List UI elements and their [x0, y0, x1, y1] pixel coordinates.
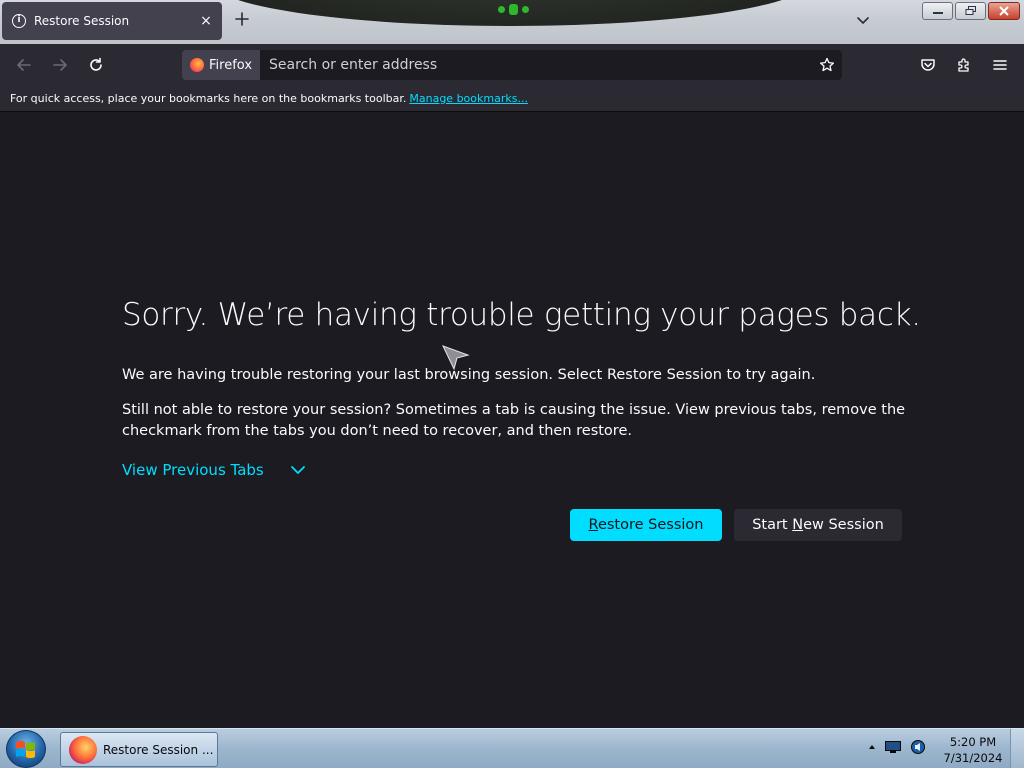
- restore-down-icon: [965, 6, 976, 15]
- firefox-logo-icon: [190, 58, 204, 72]
- extensions-button[interactable]: [954, 55, 974, 75]
- forward-arrow-icon: [53, 59, 67, 71]
- reload-icon: [90, 57, 102, 71]
- star-icon: [819, 57, 835, 72]
- view-previous-tabs-toggle[interactable]: View Previous Tabs: [122, 461, 306, 479]
- show-hidden-icons-icon[interactable]: [868, 743, 876, 751]
- title-bar: i Restore Session ×: [0, 0, 1024, 44]
- navigation-toolbar: Firefox: [0, 44, 1024, 86]
- taskbar: Restore Session ... 5:20 PM 7/31/2024: [0, 728, 1024, 768]
- page-title: Sorry. We’re having trouble getting your…: [122, 297, 921, 333]
- info-icon: i: [12, 14, 26, 28]
- troubleshoot-description: Still not able to restore your session? …: [122, 402, 906, 439]
- chevron-down-icon: [290, 466, 305, 474]
- identity-label: Firefox: [209, 57, 253, 73]
- list-all-tabs-button[interactable]: [855, 12, 871, 32]
- back-arrow-icon: [17, 59, 31, 71]
- restore-session-button[interactable]: Restore Session: [570, 509, 722, 541]
- taskbar-item-firefox[interactable]: Restore Session ...: [60, 732, 218, 767]
- manage-bookmarks-link[interactable]: Manage bookmarks...: [409, 92, 528, 105]
- new-tab-button[interactable]: [234, 10, 250, 30]
- pocket-button[interactable]: [918, 55, 938, 75]
- restore-description: We are having trouble restoring your las…: [122, 367, 816, 383]
- bookmark-star-button[interactable]: [812, 50, 842, 80]
- puzzle-piece-icon: [958, 58, 969, 72]
- identity-box[interactable]: Firefox: [182, 50, 261, 80]
- tab-title: Restore Session: [34, 14, 130, 28]
- tab-restore-session[interactable]: i Restore Session ×: [2, 2, 222, 40]
- url-input[interactable]: [260, 50, 812, 80]
- close-tab-icon[interactable]: ×: [198, 13, 214, 29]
- windows-logo-icon: [16, 740, 35, 759]
- system-clock[interactable]: 5:20 PM 7/31/2024: [940, 734, 1006, 766]
- close-icon: [999, 6, 1009, 16]
- mouse-pointer-icon: [442, 345, 470, 371]
- clock-date: 7/31/2024: [943, 751, 1003, 765]
- pocket-icon: [921, 59, 935, 71]
- firefox-logo-icon: [69, 735, 97, 764]
- system-tray: [868, 739, 926, 755]
- restore-down-button[interactable]: [955, 2, 986, 20]
- forward-button[interactable]: [50, 55, 70, 75]
- minimize-button[interactable]: [922, 2, 953, 20]
- volume-icon[interactable]: [910, 739, 926, 755]
- hamburger-menu-icon: [993, 60, 1007, 70]
- view-previous-tabs-label: View Previous Tabs: [122, 461, 264, 479]
- address-bar[interactable]: Firefox: [182, 50, 842, 80]
- close-window-button[interactable]: [988, 2, 1020, 20]
- bookmarks-toolbar: For quick access, place your bookmarks h…: [0, 86, 1024, 112]
- taskbar-item-label: Restore Session ...: [103, 742, 214, 757]
- show-desktop-button[interactable]: [1010, 729, 1024, 768]
- start-new-session-button[interactable]: Start New Session: [734, 509, 902, 541]
- window-controls: [922, 2, 1020, 20]
- minimize-icon: [932, 12, 943, 14]
- reload-button[interactable]: [86, 55, 106, 75]
- bookmarks-toolbar-message: For quick access, place your bookmarks h…: [10, 92, 407, 105]
- back-button[interactable]: [14, 55, 34, 75]
- chevron-down-icon: [857, 17, 869, 25]
- network-icon[interactable]: [884, 740, 902, 754]
- clock-time: 5:20 PM: [949, 735, 997, 749]
- session-restore-page: Sorry. We’re having trouble getting your…: [0, 113, 1024, 728]
- start-button[interactable]: [6, 730, 46, 768]
- plus-icon: [235, 12, 249, 26]
- window-glass-indicator: [498, 4, 529, 15]
- app-menu-button[interactable]: [990, 55, 1010, 75]
